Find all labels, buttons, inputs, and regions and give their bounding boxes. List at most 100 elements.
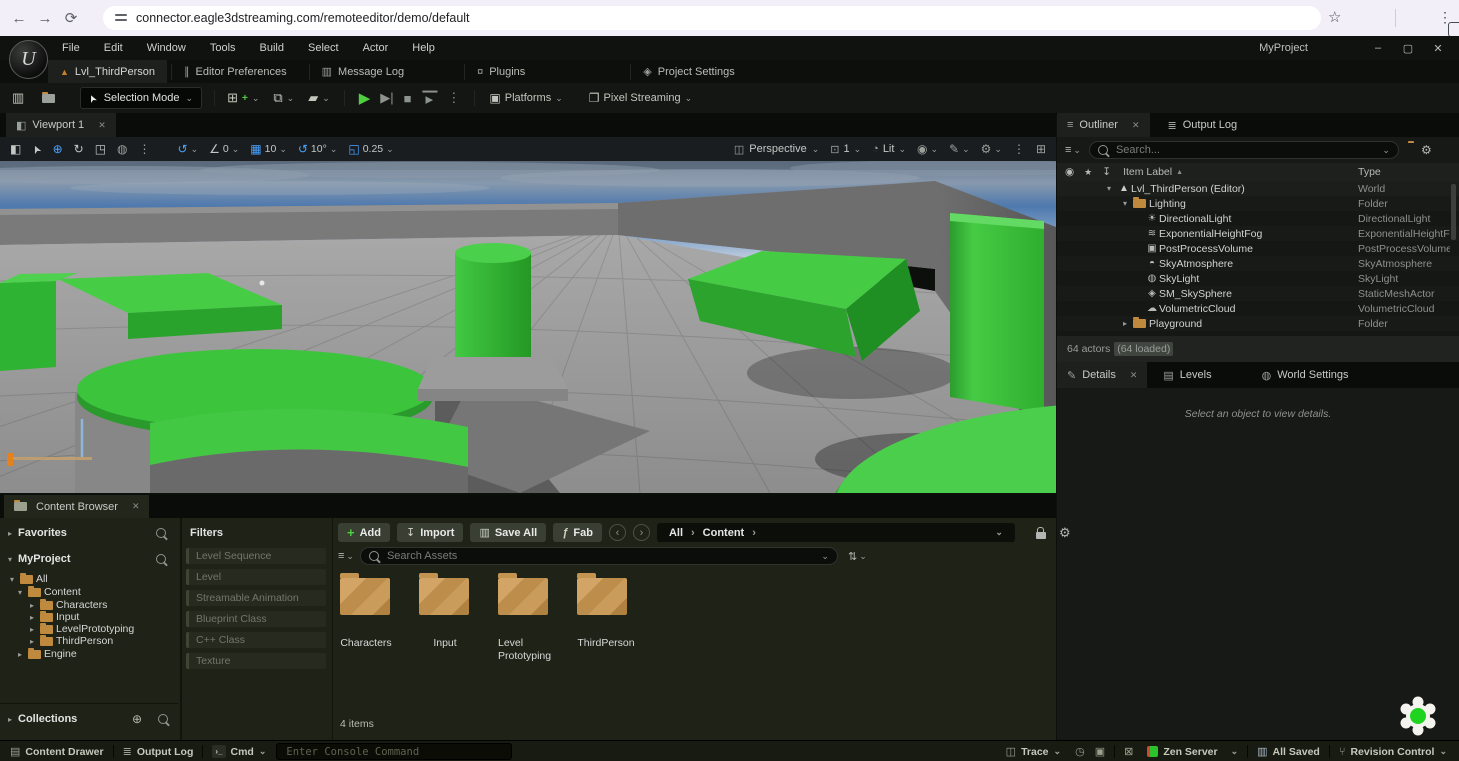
tree-item-input[interactable]: ▸ Input xyxy=(30,611,79,623)
fab-button[interactable]: ƒFab xyxy=(553,523,602,542)
tree-item-engine[interactable]: ▸ Engine xyxy=(18,648,77,660)
expander-icon[interactable]: ▸ xyxy=(30,637,40,646)
rotation-snap-dropdown[interactable]: ↺10°⌄ xyxy=(298,142,338,156)
expander-icon[interactable]: ▾ xyxy=(18,588,28,597)
asset-folder-level-prototyping[interactable]: Level Prototyping xyxy=(498,578,556,663)
tab-levels[interactable]: ▤ Levels xyxy=(1153,362,1221,388)
menu-select[interactable]: Select xyxy=(296,36,351,60)
outliner-filter-dropdown[interactable]: ≡⌄ xyxy=(1065,144,1081,156)
filter-level-sequence[interactable]: Level Sequence xyxy=(186,548,326,564)
tree-item-levelprototyping[interactable]: ▸ LevelPrototyping xyxy=(30,623,134,635)
browser-back-button[interactable]: ← xyxy=(6,10,32,27)
breadcrumb-content[interactable]: Content xyxy=(703,527,745,539)
grid-snap-dropdown[interactable]: ▦10⌄ xyxy=(250,142,287,156)
address-bar[interactable]: connector.eagle3dstreaming.com/remoteedi… xyxy=(103,6,1321,30)
outliner-row-playground[interactable]: ▸ Playground Folder xyxy=(1057,316,1459,331)
console-command-input[interactable] xyxy=(284,745,504,759)
tab-viewport-1[interactable]: ◧ Viewport 1 ✕ xyxy=(6,113,116,137)
chevron-down-icon[interactable]: ⌄ xyxy=(995,527,1003,538)
cb-splitter[interactable] xyxy=(180,518,182,740)
asset-folder-thirdperson[interactable]: ThirdPerson xyxy=(577,578,635,650)
pin-column-icon[interactable]: ↧ xyxy=(1102,166,1111,178)
favorites-row[interactable]: ▸ Favorites xyxy=(0,522,178,544)
menu-actor[interactable]: Actor xyxy=(351,36,401,60)
cinematics-dropdown[interactable]: ▰⌄ xyxy=(308,90,330,106)
expander-icon[interactable]: ▾ xyxy=(8,555,18,564)
outliner-row-sm-skysphere[interactable]: ◈ SM_SkySphere StaticMeshActor xyxy=(1057,286,1459,301)
import-button[interactable]: ↧Import xyxy=(397,523,463,542)
search-icon[interactable] xyxy=(158,714,168,724)
outliner-row-volumetriccloud[interactable]: ☁ VolumetricCloud VolumetricCloud xyxy=(1057,301,1459,316)
zen-server-dropdown[interactable]: Zen Server ⌄ xyxy=(1147,746,1238,758)
asset-search-input[interactable] xyxy=(385,549,815,563)
breadcrumb-all[interactable]: All xyxy=(669,527,683,539)
tab-plugins[interactable]: ¤ Plugins xyxy=(477,60,525,83)
add-actor-dropdown[interactable]: ⊞+⌄ xyxy=(227,90,259,106)
cmd-dropdown[interactable]: ›_ Cmd ⌄ xyxy=(212,745,266,758)
menu-edit[interactable]: Edit xyxy=(92,36,135,60)
viewport-settings-dropdown[interactable]: ⚙⌄ xyxy=(981,142,1002,156)
outliner-settings-icon[interactable]: ⚙ xyxy=(1421,143,1432,157)
lock-icon[interactable] xyxy=(1036,532,1046,539)
close-tab-icon[interactable]: ✕ xyxy=(132,501,140,512)
item-label-column-header[interactable]: Item Label xyxy=(1123,166,1172,178)
close-tab-icon[interactable]: ✕ xyxy=(1132,120,1140,131)
unreal-logo[interactable]: U xyxy=(9,40,48,79)
streaming-settings-gear-icon[interactable] xyxy=(1396,694,1440,738)
eject-button[interactable]: ▲ xyxy=(422,90,437,106)
viewport-more-icon[interactable]: ⋮ xyxy=(1013,142,1025,156)
selection-mode-dropdown[interactable]: ➤ Selection Mode ⌄ xyxy=(80,87,202,109)
surface-snap-dropdown[interactable]: ∠0⌄ xyxy=(209,142,239,156)
content-drawer-button[interactable]: ▤ Content Drawer xyxy=(10,745,104,758)
edit-modes-dropdown[interactable]: ✎⌄ xyxy=(949,142,970,156)
move-tool-icon[interactable]: ⊕ xyxy=(53,142,63,156)
outliner-row-skyatmosphere[interactable]: ◓ SkyAtmosphere SkyAtmosphere xyxy=(1057,256,1459,271)
scale-snap-dropdown[interactable]: ◱0.25⌄ xyxy=(348,142,393,156)
tab-details[interactable]: ✎ Details ✕ xyxy=(1057,362,1147,388)
tree-item-content[interactable]: ▾ Content xyxy=(18,586,81,598)
expander-icon[interactable]: ▸ xyxy=(30,613,40,622)
frame-skip-button[interactable]: ▶| xyxy=(380,90,393,106)
select-tool-icon[interactable]: ➤ xyxy=(29,142,45,156)
tab-content-browser[interactable]: Content Browser ✕ xyxy=(4,495,149,518)
outliner-row-world[interactable]: ▾ ▲ Lvl_ThirdPerson (Editor) World xyxy=(1057,181,1459,196)
filter-cpp-class[interactable]: C++ Class xyxy=(186,632,326,648)
close-tab-icon[interactable]: ✕ xyxy=(1130,370,1138,381)
play-button[interactable]: ▶ xyxy=(359,89,371,107)
tab-lvl-thirdperson[interactable]: ▲ Lvl_ThirdPerson xyxy=(48,60,167,83)
outliner-scrollbar[interactable] xyxy=(1451,184,1456,240)
outliner-row-directionallight[interactable]: ☀ DirectionalLight DirectionalLight xyxy=(1057,211,1459,226)
search-icon[interactable] xyxy=(156,528,166,538)
expander-icon[interactable]: ▸ xyxy=(18,650,28,659)
cb-sort-dropdown[interactable]: ⇅⌄ xyxy=(848,550,867,563)
browser-reload-button[interactable]: ⟳ xyxy=(58,9,84,27)
perspective-dropdown[interactable]: ◫Perspective⌄ xyxy=(734,143,819,156)
cb-search[interactable]: ⌄ xyxy=(360,547,838,565)
cb-filter-dropdown[interactable]: ≡⌄ xyxy=(338,550,354,562)
screenshot-icon[interactable]: ▣ xyxy=(1095,745,1105,758)
viewport-options-icon[interactable]: ◧ xyxy=(10,142,21,156)
platforms-dropdown[interactable]: ▣ Platforms ⌄ xyxy=(489,91,562,105)
maximize-button[interactable]: ▢ xyxy=(1393,42,1423,55)
tab-outliner[interactable]: ≡ Outliner ✕ xyxy=(1057,113,1150,137)
expander-icon[interactable]: ▸ xyxy=(30,625,40,634)
transform-options-icon[interactable]: ⋮ xyxy=(139,142,151,156)
tab-world-settings[interactable]: ◍ World Settings xyxy=(1252,362,1359,388)
type-column-header[interactable]: Type xyxy=(1358,166,1381,178)
filter-streamable-animation[interactable]: Streamable Animation xyxy=(186,590,326,606)
menu-build[interactable]: Build xyxy=(248,36,296,60)
tree-item-thirdperson[interactable]: ▸ ThirdPerson xyxy=(30,635,113,647)
tree-item-all[interactable]: ▾ All xyxy=(10,573,48,585)
nav-forward-button[interactable]: › xyxy=(633,524,650,541)
add-button[interactable]: +Add xyxy=(338,523,390,542)
menu-help[interactable]: Help xyxy=(400,36,447,60)
browser-forward-button[interactable]: → xyxy=(32,10,58,27)
collections-row[interactable]: ▸ Collections ⊕ xyxy=(0,703,178,734)
chrome-menu-icon[interactable]: ⋮ xyxy=(1438,9,1452,26)
expander-icon[interactable]: ▸ xyxy=(1123,319,1133,328)
pixel-streaming-dropdown[interactable]: ❐ Pixel Streaming ⌄ xyxy=(589,91,692,105)
expander-icon[interactable]: ▾ xyxy=(1107,184,1117,193)
rotate-tool-icon[interactable]: ↻ xyxy=(74,142,84,156)
eye-column-icon[interactable]: ◉ xyxy=(1065,166,1074,178)
outliner-search[interactable]: ⌄ xyxy=(1089,141,1399,159)
